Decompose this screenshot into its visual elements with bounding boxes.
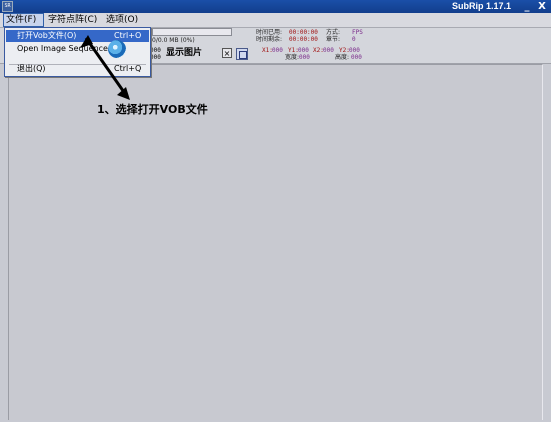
annotation-text: 1、选择打开VOB文件 bbox=[97, 103, 208, 116]
annotation-arrow-icon bbox=[80, 35, 130, 100]
